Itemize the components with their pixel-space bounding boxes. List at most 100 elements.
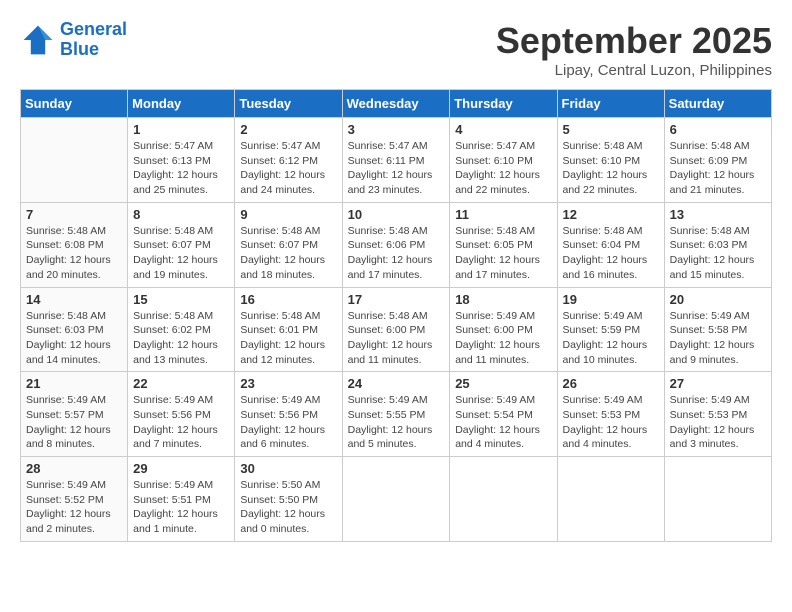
- calendar-table: Sunday Monday Tuesday Wednesday Thursday…: [20, 89, 772, 542]
- day-number: 25: [455, 376, 551, 391]
- calendar-cell: 14Sunrise: 5:48 AM Sunset: 6:03 PM Dayli…: [21, 287, 128, 372]
- day-info: Sunrise: 5:49 AM Sunset: 5:57 PM Dayligh…: [26, 393, 122, 452]
- calendar-cell: 27 Sunrise: 5:49 AM Sunset: 5:53 PM Dayli…: [664, 372, 771, 457]
- day-info: Sunrise: 5:49 AM Sunset: 5:55 PM Dayligh…: [348, 393, 445, 452]
- calendar-cell: 19 Sunrise: 5:49 AM Sunset: 5:59 PM Dayli…: [557, 287, 664, 372]
- day-number: 17: [348, 292, 445, 307]
- day-number: 23: [240, 376, 336, 391]
- calendar-cell: [342, 457, 450, 542]
- calendar-cell: 10 Sunrise: 5:48 AM Sunset: 6:06 PM Dayli…: [342, 202, 450, 287]
- day-info: Sunrise: 5:49 AM Sunset: 5:56 PM Dayligh…: [240, 393, 336, 452]
- calendar-cell: 25 Sunrise: 5:49 AM Sunset: 5:54 PM Dayli…: [450, 372, 557, 457]
- calendar-cell: 8Sunrise: 5:48 AM Sunset: 6:07 PM Daylig…: [128, 202, 235, 287]
- day-number: 15: [133, 292, 229, 307]
- calendar-cell: 24 Sunrise: 5:49 AM Sunset: 5:55 PM Dayli…: [342, 372, 450, 457]
- day-number: 20: [670, 292, 766, 307]
- day-info: Sunrise: 5:48 AM Sunset: 6:00 PM Dayligh…: [348, 309, 445, 368]
- day-number: 21: [26, 376, 122, 391]
- day-number: 22: [133, 376, 229, 391]
- day-info: Sunrise: 5:48 AM Sunset: 6:09 PM Dayligh…: [670, 139, 766, 198]
- calendar-cell: 2 Sunrise: 5:47 AM Sunset: 6:12 PM Daylig…: [235, 118, 342, 203]
- calendar-cell: 3 Sunrise: 5:47 AM Sunset: 6:11 PM Daylig…: [342, 118, 450, 203]
- day-info: Sunrise: 5:47 AM Sunset: 6:12 PM Dayligh…: [240, 139, 336, 198]
- calendar-cell: 17 Sunrise: 5:48 AM Sunset: 6:00 PM Dayli…: [342, 287, 450, 372]
- calendar-body: 1Sunrise: 5:47 AM Sunset: 6:13 PM Daylig…: [21, 118, 772, 542]
- day-info: Sunrise: 5:49 AM Sunset: 5:58 PM Dayligh…: [670, 309, 766, 368]
- calendar-cell: 9Sunrise: 5:48 AM Sunset: 6:07 PM Daylig…: [235, 202, 342, 287]
- calendar-cell: 4 Sunrise: 5:47 AM Sunset: 6:10 PM Daylig…: [450, 118, 557, 203]
- header-wednesday: Wednesday: [342, 90, 450, 118]
- day-info: Sunrise: 5:49 AM Sunset: 5:53 PM Dayligh…: [563, 393, 659, 452]
- day-info: Sunrise: 5:48 AM Sunset: 6:10 PM Dayligh…: [563, 139, 659, 198]
- day-info: Sunrise: 5:49 AM Sunset: 5:59 PM Dayligh…: [563, 309, 659, 368]
- day-info: Sunrise: 5:49 AM Sunset: 5:51 PM Dayligh…: [133, 478, 229, 537]
- logo-icon: [20, 22, 56, 58]
- calendar-cell: 5Sunrise: 5:48 AM Sunset: 6:10 PM Daylig…: [557, 118, 664, 203]
- day-number: 28: [26, 461, 122, 476]
- header-thursday: Thursday: [450, 90, 557, 118]
- calendar-cell: 21 Sunrise: 5:49 AM Sunset: 5:57 PM Dayli…: [21, 372, 128, 457]
- day-number: 26: [563, 376, 659, 391]
- day-number: 6: [670, 122, 766, 137]
- day-info: Sunrise: 5:47 AM Sunset: 6:10 PM Dayligh…: [455, 139, 551, 198]
- day-number: 27: [670, 376, 766, 391]
- day-info: Sunrise: 5:49 AM Sunset: 5:52 PM Dayligh…: [26, 478, 122, 537]
- day-info: Sunrise: 5:47 AM Sunset: 6:11 PM Dayligh…: [348, 139, 445, 198]
- day-number: 30: [240, 461, 336, 476]
- day-info: Sunrise: 5:49 AM Sunset: 6:00 PM Dayligh…: [455, 309, 551, 368]
- day-info: Sunrise: 5:49 AM Sunset: 5:53 PM Dayligh…: [670, 393, 766, 452]
- calendar-cell: [557, 457, 664, 542]
- day-info: Sunrise: 5:47 AM Sunset: 6:13 PM Dayligh…: [133, 139, 229, 198]
- calendar-cell: 28 Sunrise: 5:49 AM Sunset: 5:52 PM Dayli…: [21, 457, 128, 542]
- calendar-cell: 26 Sunrise: 5:49 AM Sunset: 5:53 PM Dayli…: [557, 372, 664, 457]
- calendar-cell: 18 Sunrise: 5:49 AM Sunset: 6:00 PM Dayli…: [450, 287, 557, 372]
- day-number: 4: [455, 122, 551, 137]
- calendar-week-row: 28 Sunrise: 5:49 AM Sunset: 5:52 PM Dayli…: [21, 457, 772, 542]
- calendar-cell: 29 Sunrise: 5:49 AM Sunset: 5:51 PM Dayli…: [128, 457, 235, 542]
- location: Lipay, Central Luzon, Philippines: [496, 62, 772, 79]
- logo: General Blue: [20, 20, 127, 60]
- calendar-cell: 1Sunrise: 5:47 AM Sunset: 6:13 PM Daylig…: [128, 118, 235, 203]
- calendar-cell: 11 Sunrise: 5:48 AM Sunset: 6:05 PM Dayli…: [450, 202, 557, 287]
- calendar-cell: 20 Sunrise: 5:49 AM Sunset: 5:58 PM Dayli…: [664, 287, 771, 372]
- day-number: 10: [348, 207, 445, 222]
- calendar-week-row: 7Sunrise: 5:48 AM Sunset: 6:08 PM Daylig…: [21, 202, 772, 287]
- calendar-cell: [21, 118, 128, 203]
- day-number: 2: [240, 122, 336, 137]
- day-info: Sunrise: 5:48 AM Sunset: 6:06 PM Dayligh…: [348, 224, 445, 283]
- title-area: September 2025 Lipay, Central Luzon, Phi…: [496, 20, 772, 79]
- day-number: 11: [455, 207, 551, 222]
- calendar-cell: 22 Sunrise: 5:49 AM Sunset: 5:56 PM Dayli…: [128, 372, 235, 457]
- day-number: 12: [563, 207, 659, 222]
- day-number: 16: [240, 292, 336, 307]
- day-number: 24: [348, 376, 445, 391]
- calendar-cell: 16Sunrise: 5:48 AM Sunset: 6:01 PM Dayli…: [235, 287, 342, 372]
- day-info: Sunrise: 5:48 AM Sunset: 6:08 PM Dayligh…: [26, 224, 122, 283]
- calendar-cell: 13Sunrise: 5:48 AM Sunset: 6:03 PM Dayli…: [664, 202, 771, 287]
- calendar-cell: 12 Sunrise: 5:48 AM Sunset: 6:04 PM Dayli…: [557, 202, 664, 287]
- calendar-cell: [664, 457, 771, 542]
- day-number: 29: [133, 461, 229, 476]
- header-monday: Monday: [128, 90, 235, 118]
- header-sunday: Sunday: [21, 90, 128, 118]
- day-info: Sunrise: 5:48 AM Sunset: 6:04 PM Dayligh…: [563, 224, 659, 283]
- day-number: 3: [348, 122, 445, 137]
- calendar-cell: 6 Sunrise: 5:48 AM Sunset: 6:09 PM Daylig…: [664, 118, 771, 203]
- calendar-cell: 7Sunrise: 5:48 AM Sunset: 6:08 PM Daylig…: [21, 202, 128, 287]
- day-info: Sunrise: 5:48 AM Sunset: 6:05 PM Dayligh…: [455, 224, 551, 283]
- calendar-cell: [450, 457, 557, 542]
- day-info: Sunrise: 5:49 AM Sunset: 5:56 PM Dayligh…: [133, 393, 229, 452]
- calendar-week-row: 14Sunrise: 5:48 AM Sunset: 6:03 PM Dayli…: [21, 287, 772, 372]
- calendar-cell: 15Sunrise: 5:48 AM Sunset: 6:02 PM Dayli…: [128, 287, 235, 372]
- day-number: 19: [563, 292, 659, 307]
- day-info: Sunrise: 5:48 AM Sunset: 6:03 PM Dayligh…: [670, 224, 766, 283]
- calendar-cell: 30Sunrise: 5:50 AM Sunset: 5:50 PM Dayli…: [235, 457, 342, 542]
- month-title: September 2025: [496, 20, 772, 62]
- calendar-week-row: 1Sunrise: 5:47 AM Sunset: 6:13 PM Daylig…: [21, 118, 772, 203]
- header-friday: Friday: [557, 90, 664, 118]
- day-number: 8: [133, 207, 229, 222]
- header: General Blue September 2025 Lipay, Centr…: [20, 20, 772, 79]
- day-number: 18: [455, 292, 551, 307]
- day-info: Sunrise: 5:49 AM Sunset: 5:54 PM Dayligh…: [455, 393, 551, 452]
- day-number: 9: [240, 207, 336, 222]
